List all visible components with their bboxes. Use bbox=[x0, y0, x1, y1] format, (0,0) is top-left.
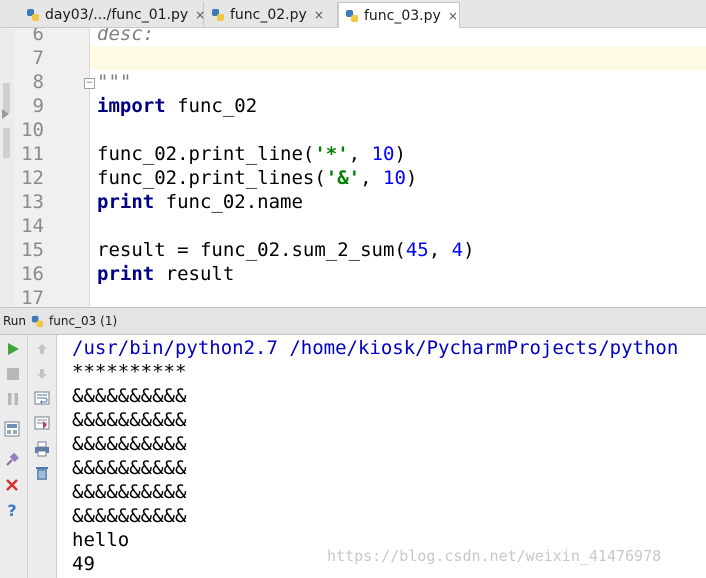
console-line: ********** bbox=[72, 361, 187, 383]
keyword: print bbox=[97, 263, 155, 285]
tool-window-button[interactable] bbox=[3, 128, 10, 158]
code-text: ) bbox=[463, 239, 475, 261]
line-number: 11 bbox=[21, 143, 44, 165]
console-line: &&&&&&&&&& bbox=[72, 433, 187, 455]
line-number: 12 bbox=[21, 167, 44, 189]
code-text: ) bbox=[394, 143, 406, 165]
console-toolbar bbox=[28, 335, 57, 578]
line-number: 16 bbox=[21, 263, 44, 285]
pause-icon[interactable] bbox=[5, 391, 21, 407]
code-line[interactable]: import func_02 bbox=[97, 94, 257, 118]
fold-toggle-icon[interactable]: − bbox=[84, 78, 95, 89]
number-literal: 45 bbox=[405, 239, 429, 261]
python-file-icon bbox=[345, 9, 359, 23]
current-line-highlight bbox=[90, 46, 706, 70]
number-literal: 4 bbox=[451, 239, 464, 261]
code-line[interactable]: func_02.print_lines('&', 10) bbox=[97, 166, 417, 190]
python-run-config-icon bbox=[31, 315, 44, 328]
line-number: 13 bbox=[21, 191, 44, 213]
layout-icon[interactable] bbox=[4, 421, 20, 437]
keyword: print bbox=[97, 191, 155, 213]
code-line[interactable]: result = func_02.sum_2_sum(45, 4) bbox=[97, 238, 475, 262]
tab-func-01[interactable]: day03/.../func_01.py × bbox=[20, 2, 205, 27]
tab-close-icon[interactable]: × bbox=[448, 9, 458, 23]
line-number: 8 bbox=[32, 71, 44, 93]
string-literal: '&' bbox=[325, 167, 361, 189]
console-line: &&&&&&&&&& bbox=[72, 481, 187, 503]
project-tool-strip bbox=[0, 28, 15, 307]
python-file-icon bbox=[211, 8, 225, 22]
print-icon[interactable] bbox=[34, 441, 50, 457]
watermark-text: https://blog.csdn.net/weixin_41476978 bbox=[327, 547, 662, 565]
tab-label: func_03.py bbox=[364, 8, 441, 24]
run-tool-window-header: Run func_03 (1) bbox=[0, 307, 706, 335]
console-line: &&&&&&&&&& bbox=[72, 385, 187, 407]
pin-icon[interactable] bbox=[4, 452, 20, 468]
code-text: ) bbox=[405, 167, 418, 189]
tab-close-icon[interactable]: × bbox=[314, 8, 324, 22]
code-line[interactable]: print func_02.name bbox=[97, 190, 303, 214]
line-number: 9 bbox=[32, 95, 44, 117]
console-line: &&&&&&&&&& bbox=[72, 505, 187, 527]
code-text: func_02.print_line( bbox=[97, 143, 315, 165]
stop-icon[interactable] bbox=[5, 366, 21, 382]
tab-close-icon[interactable]: × bbox=[195, 8, 205, 22]
tab-label: day03/.../func_01.py bbox=[45, 6, 189, 23]
code-line[interactable]: print result bbox=[97, 262, 234, 286]
code-editor[interactable]: 6 7 8 9 10 11 12 13 14 15 16 17 − desc: … bbox=[0, 28, 706, 307]
up-arrow-icon[interactable] bbox=[34, 341, 50, 357]
run-console[interactable]: /usr/bin/python2.7 /home/kiosk/PycharmPr… bbox=[57, 335, 706, 578]
editor-tab-bar: day03/.../func_01.py × func_02.py × func… bbox=[0, 0, 706, 29]
code-text: , bbox=[348, 143, 372, 165]
trash-icon[interactable] bbox=[34, 465, 50, 481]
code-text: , bbox=[360, 167, 383, 189]
code-line[interactable]: """ bbox=[97, 70, 131, 94]
code-text: result = func_02.sum_2_sum( bbox=[97, 239, 406, 261]
tab-func-03[interactable]: func_03.py × bbox=[338, 2, 460, 29]
run-config-tab[interactable]: func_03 (1) bbox=[49, 314, 117, 328]
tab-func-02[interactable]: func_02.py × bbox=[205, 2, 338, 27]
run-control-toolbar: ? bbox=[0, 335, 28, 578]
code-text: result bbox=[154, 263, 235, 285]
comment-text: desc: bbox=[97, 28, 155, 45]
line-number: 10 bbox=[21, 119, 44, 141]
console-line: hello bbox=[72, 529, 130, 551]
string-literal: '*' bbox=[314, 143, 349, 165]
code-line[interactable]: desc: bbox=[97, 28, 154, 46]
console-line: &&&&&&&&&& bbox=[72, 457, 187, 479]
python-file-icon bbox=[26, 8, 40, 22]
docstring-quote: """ bbox=[97, 71, 132, 93]
run-icon[interactable] bbox=[5, 341, 21, 357]
tab-label: func_02.py bbox=[230, 6, 307, 23]
scroll-to-end-icon[interactable] bbox=[34, 415, 50, 431]
console-line: &&&&&&&&&& bbox=[72, 409, 187, 431]
code-text: , bbox=[428, 239, 452, 261]
run-label[interactable]: Run bbox=[3, 314, 26, 328]
help-icon[interactable]: ? bbox=[4, 501, 20, 520]
number-literal: 10 bbox=[371, 143, 395, 165]
gutter-divider bbox=[89, 28, 90, 307]
line-number: 6 bbox=[32, 28, 44, 45]
line-number: 15 bbox=[21, 239, 44, 261]
code-line[interactable]: func_02.print_line('*', 10) bbox=[97, 142, 406, 166]
line-number: 17 bbox=[21, 287, 44, 307]
code-text: func_02.print_lines( bbox=[97, 167, 326, 189]
code-text: func_02.name bbox=[154, 191, 303, 213]
keyword: import bbox=[97, 95, 166, 117]
console-line: /usr/bin/python2.7 /home/kiosk/PycharmPr… bbox=[72, 337, 679, 359]
console-line: 49 bbox=[72, 553, 95, 575]
code-text: func_02 bbox=[165, 95, 258, 117]
soft-wrap-icon[interactable] bbox=[34, 390, 50, 406]
number-literal: 10 bbox=[383, 167, 406, 189]
down-arrow-icon[interactable] bbox=[34, 366, 50, 382]
close-icon[interactable] bbox=[4, 477, 20, 493]
expand-arrow-icon[interactable] bbox=[2, 109, 9, 119]
line-number: 7 bbox=[32, 47, 44, 69]
line-number: 14 bbox=[21, 215, 44, 237]
